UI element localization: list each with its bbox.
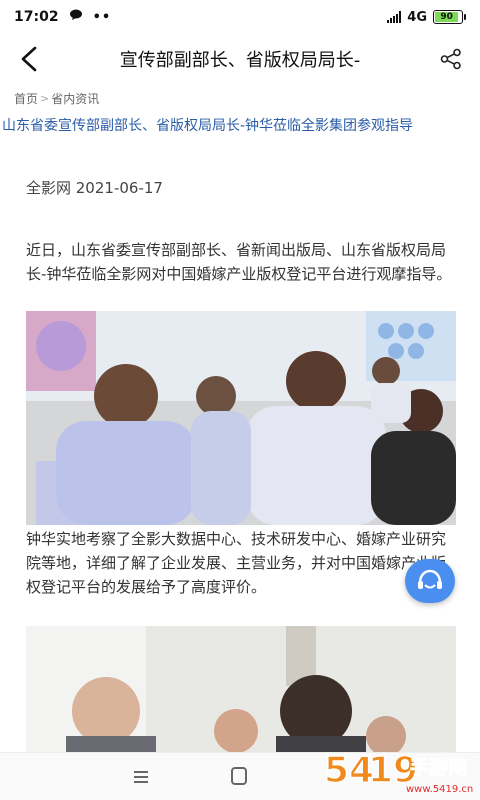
- svg-text:手游网: 手游网: [410, 756, 467, 779]
- headset-icon: [418, 569, 442, 589]
- battery-level: 90: [435, 12, 459, 22]
- svg-text:www.5419.cn: www.5419.cn: [406, 784, 473, 795]
- article-source-date: 全影网 2021-06-17: [26, 179, 163, 197]
- article-paragraph-1: 近日，山东省委宣传部副部长、省新闻出版局、山东省版权局局长-钟华莅临全影网对中国…: [26, 241, 452, 283]
- battery-icon: 90: [433, 10, 466, 24]
- customer-service-button[interactable]: [405, 559, 455, 603]
- share-icon: [440, 48, 461, 70]
- article-photo-1: [26, 311, 456, 525]
- status-bar: 17:02 •• 4G 90: [0, 0, 480, 34]
- share-button[interactable]: [422, 34, 480, 84]
- recent-apps-button[interactable]: [132, 769, 150, 785]
- more-dots-icon: ••: [92, 9, 112, 25]
- site-watermark-logo: 54 19 手游网 www.5419.cn: [322, 744, 478, 798]
- breadcrumb-section-link[interactable]: 省内资讯: [51, 90, 99, 107]
- article-title: 山东省委宣传部副部长、省版权局局长-钟华莅临全影集团参观指导: [2, 118, 414, 134]
- nav-bar: 宣传部副部长、省版权局局长-: [0, 34, 480, 84]
- svg-text:54: 54: [324, 750, 374, 791]
- home-button[interactable]: [231, 767, 247, 785]
- article-paragraph-2: 钟华实地考察了全影大数据中心、技术研发中心、婚嫁产业研究院等地，详细了解了企业发…: [26, 530, 447, 596]
- notification-icon: [69, 9, 83, 25]
- breadcrumb-separator-icon: >: [40, 92, 50, 105]
- breadcrumb: 首页 > 省内资讯: [14, 90, 99, 107]
- menu-icon: [134, 771, 148, 783]
- network-label: 4G: [407, 9, 427, 25]
- breadcrumb-home-link[interactable]: 首页: [14, 90, 38, 107]
- article-photo-2: [26, 626, 456, 756]
- signal-bars-icon: [387, 11, 402, 23]
- page-title: 宣传部副部长、省版权局局长-: [119, 50, 361, 71]
- back-button[interactable]: [0, 34, 58, 84]
- chevron-left-icon: [21, 46, 37, 72]
- status-time: 17:02: [14, 9, 59, 25]
